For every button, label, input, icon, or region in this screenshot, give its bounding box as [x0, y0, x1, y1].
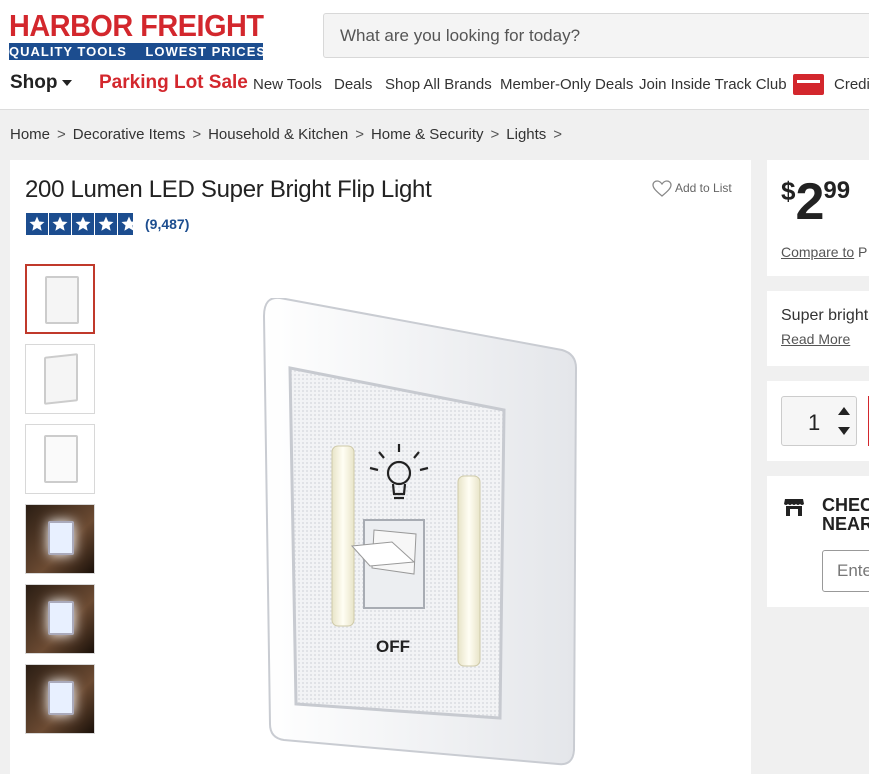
main-nav: Shop Parking Lot Sale New Tools Deals Sh…: [0, 70, 869, 102]
product-title: 200 Lumen LED Super Bright Flip Light: [25, 176, 432, 203]
nav-parking-lot-sale[interactable]: Parking Lot Sale: [99, 72, 248, 94]
short-description: Super bright l: [781, 307, 869, 324]
chevron-right-icon: >: [490, 126, 500, 143]
chevron-right-icon: >: [192, 126, 202, 143]
add-to-list-button[interactable]: Add to List: [652, 180, 732, 198]
shop-menu[interactable]: Shop: [10, 72, 72, 94]
thumbnail-dark-room[interactable]: [25, 584, 95, 654]
check-line-2: NEAR: [822, 514, 869, 534]
thumbnail-back[interactable]: [25, 424, 95, 494]
compare-to-label: Compare to: [781, 244, 855, 260]
logo-wordmark: HARBOR FREIGHT: [9, 8, 264, 43]
nav-member-only-deals[interactable]: Member-Only Deals: [500, 76, 633, 93]
chevron-right-icon: >: [57, 126, 66, 143]
price-box: $299 Compare to P: [767, 160, 869, 276]
search-input[interactable]: [323, 13, 869, 58]
description-box: Super bright l Read More: [767, 291, 869, 366]
heart-icon: [652, 180, 672, 197]
credit-card-icon: [793, 74, 824, 95]
thumbnail-hand[interactable]: [25, 664, 95, 734]
compare-tail: P: [858, 244, 868, 260]
rating-stars[interactable]: (9,487): [26, 213, 189, 235]
shop-label: Shop: [10, 72, 58, 93]
price-currency: $: [781, 176, 796, 206]
thumbnail-angle[interactable]: [25, 344, 95, 414]
price-whole: 2: [795, 173, 824, 231]
site-header: HARBOR FREIGHT QUALITY TOOLS LOWEST PRIC…: [0, 0, 869, 110]
product-panel: 200 Lumen LED Super Bright Flip Light Ad…: [10, 160, 751, 774]
compare-to-link[interactable]: Compare to P: [781, 244, 867, 260]
breadcrumb-lights[interactable]: Lights: [506, 126, 546, 143]
nav-new-tools[interactable]: New Tools: [253, 76, 322, 93]
increment-arrow-icon[interactable]: [838, 407, 850, 415]
quantity-stepper[interactable]: 1: [781, 396, 857, 446]
thumbnail-strip: [25, 264, 95, 744]
star-icon: [26, 213, 48, 235]
chevron-right-icon: >: [355, 126, 364, 143]
nav-shop-all-brands[interactable]: Shop All Brands: [385, 76, 492, 93]
logo-tagline: QUALITY TOOLS LOWEST PRICES: [9, 43, 267, 60]
star-icon: [49, 213, 71, 235]
half-star-icon: [118, 213, 140, 235]
quantity-value: 1: [808, 410, 821, 435]
check-store-heading: CHEC NEAR: [822, 496, 869, 534]
nav-join-inside-track[interactable]: Join Inside Track Club: [639, 76, 787, 93]
nav-deals[interactable]: Deals: [334, 76, 372, 93]
store-check-box: CHEC NEAR Ente: [767, 476, 869, 607]
add-to-list-label: Add to List: [675, 181, 732, 196]
review-count-link[interactable]: (9,487): [145, 213, 189, 235]
product-image[interactable]: OFF: [262, 296, 580, 774]
thumbnail-front[interactable]: [25, 264, 95, 334]
zip-code-input[interactable]: Ente: [822, 550, 869, 592]
read-more-link[interactable]: Read More: [781, 331, 850, 347]
thumbnail-pantry[interactable]: [25, 504, 95, 574]
breadcrumb-decorative-items[interactable]: Decorative Items: [73, 126, 186, 143]
decrement-arrow-icon[interactable]: [838, 427, 850, 435]
quantity-box: 1: [767, 381, 869, 461]
check-line-1: CHEC: [822, 495, 869, 515]
price-cents: 99: [823, 177, 851, 204]
price: $299: [781, 176, 850, 228]
breadcrumb-home[interactable]: Home: [10, 126, 50, 143]
breadcrumb-household-kitchen[interactable]: Household & Kitchen: [208, 126, 348, 143]
nav-credit[interactable]: Credit: [834, 76, 869, 93]
breadcrumb: Home > Decorative Items > Household & Kitche…: [10, 126, 569, 143]
star-icon: [72, 213, 94, 235]
breadcrumb-home-security[interactable]: Home & Security: [371, 126, 484, 143]
harbor-freight-logo[interactable]: HARBOR FREIGHT QUALITY TOOLS LOWEST PRIC…: [9, 8, 267, 61]
chevron-right-icon: >: [553, 126, 563, 143]
star-icon: [95, 213, 117, 235]
store-icon: [784, 499, 804, 516]
chevron-down-icon: [61, 79, 72, 86]
switch-off-label: OFF: [376, 637, 410, 656]
